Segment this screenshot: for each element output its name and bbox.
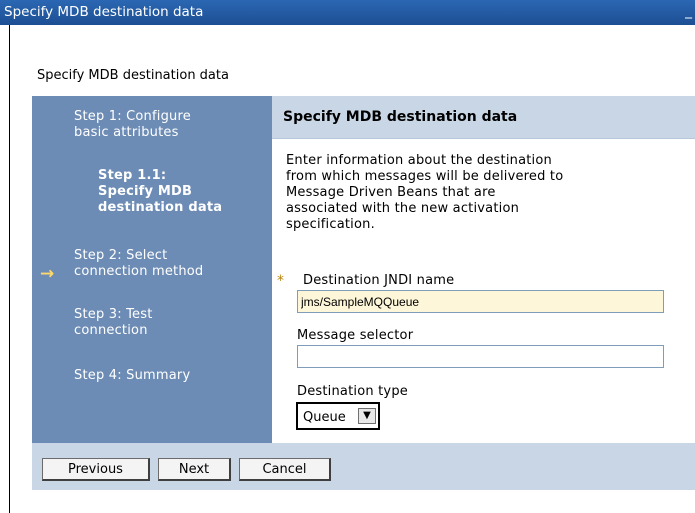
- panel-title: Specify MDB destination data: [283, 109, 518, 125]
- destination-jndi-label: Destination JNDI name: [303, 273, 455, 288]
- description-line: specification.: [286, 217, 375, 232]
- chevron-down-icon[interactable]: ▼: [358, 408, 376, 424]
- step-4: Step 4: Summary: [74, 368, 190, 384]
- message-selector-input[interactable]: [297, 345, 664, 368]
- step-1-1-current: Step 1.1: Specify MDB destination data: [98, 168, 222, 216]
- window-title: Specify MDB destination data: [4, 4, 204, 20]
- step-2-line-1: Step 2: Select: [74, 248, 168, 263]
- panel-header: Specify MDB destination data: [272, 96, 695, 139]
- destination-type-value: Queue: [303, 410, 346, 425]
- cancel-button[interactable]: Cancel: [239, 458, 331, 481]
- step-1-line-1: Step 1: Configure: [74, 109, 191, 124]
- minimize-button[interactable]: _: [685, 2, 695, 20]
- current-step-arrow-icon: →: [40, 264, 55, 284]
- window-border: [9, 25, 10, 513]
- panel-description: Enter information about the destination …: [286, 153, 686, 233]
- page-heading: Specify MDB destination data: [37, 68, 229, 83]
- message-selector-label: Message selector: [297, 328, 414, 343]
- destination-type-label: Destination type: [297, 384, 408, 399]
- step-4-line-1: Step 4: Summary: [74, 368, 191, 383]
- next-button[interactable]: Next: [158, 458, 231, 481]
- wizard-steps-panel: Step 1: Configure basic attributes → Ste…: [32, 96, 272, 443]
- destination-form-panel: Specify MDB destination data Enter infor…: [272, 96, 695, 443]
- window-titlebar: Specify MDB destination data _: [0, 0, 695, 25]
- step-1: Step 1: Configure basic attributes: [74, 109, 191, 141]
- description-line: from which messages will be delivered to: [286, 169, 564, 184]
- step-1-1-line-2: Specify MDB: [98, 184, 193, 199]
- destination-jndi-input[interactable]: [297, 290, 664, 313]
- step-2: Step 2: Select connection method: [74, 248, 203, 280]
- step-3-line-2: connection: [74, 323, 148, 338]
- description-line: associated with the new activation: [286, 201, 520, 216]
- previous-button[interactable]: Previous: [42, 458, 150, 481]
- description-line: Message Driven Beans that are: [286, 185, 496, 200]
- wizard-button-bar: Previous Next Cancel: [32, 443, 695, 490]
- step-3-line-1: Step 3: Test: [74, 307, 153, 322]
- required-star-icon: *: [277, 273, 284, 289]
- description-line: Enter information about the destination: [286, 153, 552, 168]
- step-1-line-2: basic attributes: [74, 125, 179, 140]
- destination-type-select[interactable]: Queue ▼: [296, 402, 380, 430]
- step-1-1-line-1: Step 1.1:: [98, 168, 167, 183]
- step-2-line-2: connection method: [74, 264, 204, 279]
- step-3: Step 3: Test connection: [74, 307, 153, 339]
- step-1-1-line-3: destination data: [98, 200, 223, 215]
